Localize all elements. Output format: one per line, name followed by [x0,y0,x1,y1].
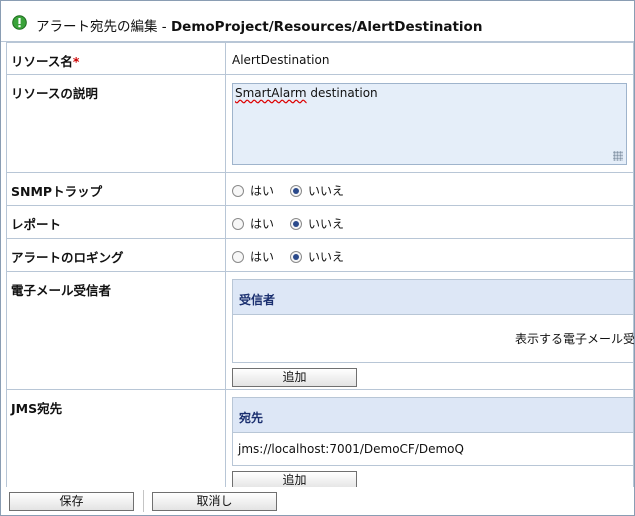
label-report: レポート [6,205,226,239]
table-row[interactable]: jms://localhost:7001/DemoCF/DemoQ [233,433,634,465]
page-title: アラート宛先の編集 - DemoProject/Resources/AlertD… [36,15,482,35]
alert-logging-yes-radio[interactable] [232,250,244,263]
row-resource-description: リソースの説明 SmartAlarm destination [6,74,634,173]
jms-destination-column-header[interactable]: 宛先 [233,398,634,433]
resource-description-textarea[interactable]: SmartAlarm destination [232,83,627,165]
snmp-yes-radio[interactable] [232,184,244,197]
label-snmp-trap: SNMPトラップ [6,172,226,206]
report-yes-label: はい [250,217,275,231]
resource-description-text: SmartAlarm destination [235,86,378,100]
save-button[interactable]: 保存 [9,492,134,511]
email-recipients-column-header[interactable]: 受信者 [233,280,634,315]
row-jms-destination: JMS宛先 宛先 jms://localhost:7001/DemoCF/Dem… [6,389,634,491]
title-bar: アラート宛先の編集 - DemoProject/Resources/AlertD… [1,1,634,42]
label-alert-logging: アラートのロギング [6,238,226,272]
row-snmp-trap: SNMPトラップ はい いいえ [6,172,634,206]
row-resource-name: リソース名* AlertDestination [6,42,634,75]
resource-name-value: AlertDestination [232,53,330,67]
email-recipients-table: 受信者 表示する電子メール受信 [232,279,635,363]
snmp-no-label: いいえ [308,184,345,198]
alert-logging-yes-label: はい [250,250,275,264]
resource-name-label-text: リソース名 [11,54,73,69]
edit-alert-destination-window: アラート宛先の編集 - DemoProject/Resources/AlertD… [0,0,635,516]
email-recipients-empty: 表示する電子メール受信 [233,315,635,362]
footer-divider [143,490,144,512]
info-status-icon [12,15,27,30]
report-no-label: いいえ [308,217,345,231]
footer-bar: 保存 取消し [1,487,634,515]
row-report: レポート はい いいえ [6,205,634,239]
label-email-recipients: 電子メール受信者 [6,271,226,390]
description-word-spellcheck: SmartAlarm [235,86,307,100]
jms-destination-table: 宛先 jms://localhost:7001/DemoCF/DemoQ [232,397,634,466]
add-email-recipient-button[interactable]: 追加 [232,368,357,387]
edit-form-table: リソース名* AlertDestination リソースの説明 SmartAla… [6,42,634,491]
email-empty-message: 表示する電子メール受信 [515,332,635,346]
required-mark: * [72,54,80,69]
label-resource-description: リソースの説明 [6,74,226,173]
alert-logging-no-radio[interactable] [290,250,303,263]
snmp-yes-label: はい [250,184,275,198]
snmp-no-radio[interactable] [290,184,303,197]
resize-grip-icon[interactable] [613,151,623,161]
description-word-rest: destination [306,86,378,100]
cancel-button[interactable]: 取消し [152,492,277,511]
row-alert-logging: アラートのロギング はい いいえ [6,238,634,272]
report-yes-radio[interactable] [232,217,244,230]
page-title-action: アラート宛先の編集 - [36,19,171,35]
label-jms-destination: JMS宛先 [6,389,226,491]
alert-logging-no-label: いいえ [308,250,345,264]
page-title-path: DemoProject/Resources/AlertDestination [170,19,483,35]
label-resource-name: リソース名* [6,42,226,75]
report-no-radio[interactable] [290,217,303,230]
row-email-recipients: 電子メール受信者 受信者 表示する電子メール受信 追加 [6,271,635,390]
